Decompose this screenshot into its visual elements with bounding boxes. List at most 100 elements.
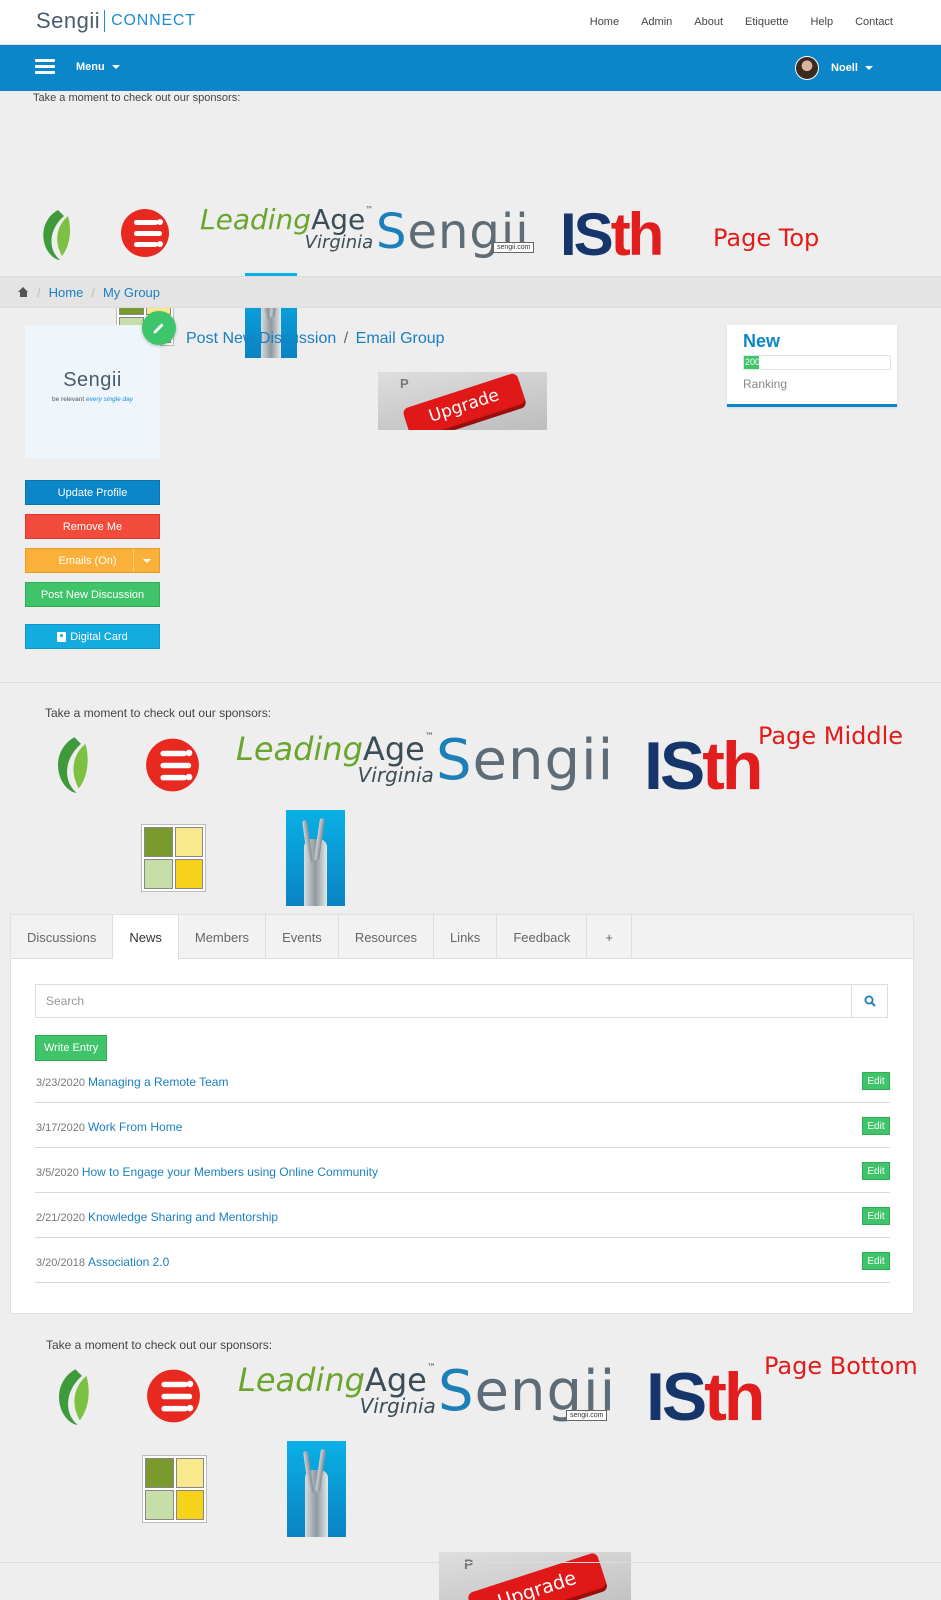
tab-resources[interactable]: Resources: [339, 915, 434, 959]
news-list: 3/23/2020 Managing a Remote Team Edit 3/1…: [35, 1058, 890, 1283]
group-content-panel: Discussions News Members Events Resource…: [10, 914, 914, 1314]
search-input[interactable]: [36, 985, 836, 1017]
brand-logo[interactable]: Sengii CONNECT: [36, 8, 196, 34]
leadingage-virginia-logo[interactable]: LeadingAge™ Virginia: [200, 206, 373, 252]
edit-button[interactable]: Edit: [862, 1072, 890, 1090]
post-new-discussion-button[interactable]: Post New Discussion: [25, 582, 160, 607]
page-middle-label: Page Middle: [758, 722, 904, 750]
sponsors-bottom: Take a moment to check out our sponsors:…: [0, 1330, 941, 1600]
ranking-widget: New 200 Ranking: [727, 325, 897, 407]
peace-hand-sponsor-image[interactable]: [287, 1441, 346, 1537]
sengii-url-tag: sengii.com: [493, 242, 535, 253]
footer-divider: [0, 1562, 941, 1563]
search-button[interactable]: [851, 985, 887, 1017]
home-icon[interactable]: [18, 286, 29, 298]
nav-admin-link[interactable]: Admin: [641, 16, 672, 28]
news-date: 3/20/2018: [36, 1257, 85, 1269]
group-profile-image: Sengii be relevant every single day: [25, 325, 160, 458]
sponsors-top: Take a moment to check out our sponsors:…: [0, 91, 941, 430]
list-item: 3/23/2020 Managing a Remote Team Edit: [35, 1058, 890, 1103]
isth-sponsor-logo[interactable]: ISth: [560, 205, 664, 265]
sengii-sponsor-logo[interactable]: Sengii: [436, 733, 614, 789]
tab-news[interactable]: News: [113, 915, 179, 960]
edit-button[interactable]: Edit: [862, 1207, 890, 1225]
caret-down-icon: [111, 65, 120, 70]
tab-events[interactable]: Events: [266, 915, 339, 959]
tab-discussions[interactable]: Discussions: [11, 915, 114, 959]
sengii-url-tag: sengii.com: [566, 1410, 608, 1421]
nav-about-link[interactable]: About: [694, 16, 723, 28]
list-item: 3/17/2020 Work From Home Edit: [35, 1103, 890, 1148]
edit-button[interactable]: Edit: [862, 1117, 890, 1135]
group-tabs: Discussions News Members Events Resource…: [11, 915, 913, 960]
remove-me-button[interactable]: Remove Me: [25, 514, 160, 539]
nav-home-link[interactable]: Home: [590, 16, 619, 28]
peace-hand-sponsor-image[interactable]: [286, 810, 345, 906]
menu-label: Menu: [76, 61, 105, 73]
tab-links[interactable]: Links: [434, 915, 498, 959]
emails-toggle-dropdown[interactable]: Emails (On): [25, 548, 160, 573]
emails-label: Emails (On): [58, 554, 117, 567]
tab-add[interactable]: +: [587, 915, 632, 959]
upgrade-key-sponsor-image[interactable]: P Upgrade: [439, 1552, 631, 1600]
leadingage-virginia-logo[interactable]: LeadingAge™ Virginia: [236, 733, 434, 786]
user-menu[interactable]: Noell: [795, 56, 873, 80]
leaf-sponsor-logo[interactable]: [53, 1367, 91, 1427]
pencil-icon: [153, 323, 164, 334]
digital-card-button[interactable]: Digital Card: [25, 624, 160, 649]
avatar: [795, 56, 820, 80]
tab-feedback[interactable]: Feedback: [497, 915, 588, 959]
contact-card-icon: [57, 631, 67, 642]
email-group-link[interactable]: Email Group: [356, 330, 445, 347]
edit-button[interactable]: Edit: [862, 1162, 890, 1180]
news-title-link[interactable]: Knowledge Sharing and Mentorship: [88, 1210, 278, 1224]
emails-dropdown-caret[interactable]: [133, 549, 159, 572]
brand-name: Sengii: [36, 8, 101, 33]
news-title-link[interactable]: Work From Home: [88, 1120, 182, 1134]
color-tiles-sponsor-logo[interactable]: [141, 824, 206, 892]
hamburger-icon[interactable]: [35, 59, 55, 75]
color-tiles-sponsor-logo[interactable]: [142, 1455, 207, 1523]
news-date: 3/5/2020: [36, 1167, 79, 1179]
page-bottom-label: Page Bottom: [764, 1352, 918, 1380]
list-item: 2/21/2020 Knowledge Sharing and Mentorshi…: [35, 1193, 890, 1238]
news-title-link[interactable]: How to Engage your Members using Online …: [82, 1165, 378, 1179]
post-new-discussion-link[interactable]: Post New Discussion: [186, 330, 336, 347]
upgrade-key-sponsor-image[interactable]: P Upgrade: [378, 372, 547, 430]
top-links: Home Admin About Etiquette Help Contact: [590, 16, 893, 28]
sponsors-title: Take a moment to check out our sponsors:: [46, 1338, 273, 1352]
isth-sponsor-logo[interactable]: ISth: [644, 732, 763, 800]
leaf-sponsor-logo[interactable]: [52, 735, 90, 795]
update-profile-button[interactable]: Update Profile: [25, 480, 160, 505]
ranking-status: New: [743, 331, 781, 351]
sponsors-middle: Take a moment to check out our sponsors:…: [0, 700, 941, 987]
profile-tagline: be relevant every single day: [52, 396, 133, 403]
page-top-label: Page Top: [713, 224, 820, 252]
news-search: [35, 984, 888, 1018]
caret-down-icon: [142, 558, 151, 563]
caret-down-icon: [865, 66, 873, 71]
menu-dropdown[interactable]: Menu: [76, 61, 120, 73]
nav-help-link[interactable]: Help: [810, 16, 833, 28]
ranking-progress-bar: 200: [743, 355, 891, 370]
red-circle-sponsor-logo[interactable]: [146, 1366, 201, 1426]
isth-sponsor-logo[interactable]: ISth: [646, 1363, 765, 1431]
edit-button[interactable]: Edit: [862, 1252, 890, 1270]
ranking-label: Ranking: [743, 377, 788, 391]
nav-etiquette-link[interactable]: Etiquette: [745, 16, 788, 28]
list-item: 3/5/2020 How to Engage your Members using…: [35, 1148, 890, 1193]
news-title-link[interactable]: Managing a Remote Team: [88, 1075, 229, 1089]
leaf-sponsor-logo[interactable]: [38, 208, 72, 262]
red-circle-sponsor-logo[interactable]: [120, 206, 170, 260]
leadingage-virginia-logo[interactable]: LeadingAge™ Virginia: [238, 1364, 436, 1417]
red-circle-sponsor-logo[interactable]: [145, 735, 200, 795]
user-name: Noell: [831, 62, 858, 74]
tab-members[interactable]: Members: [179, 915, 267, 959]
breadcrumb-home-link[interactable]: Home: [49, 285, 84, 300]
breadcrumb-my-group-link[interactable]: My Group: [103, 285, 160, 300]
nav-contact-link[interactable]: Contact: [855, 16, 893, 28]
news-title-link[interactable]: Association 2.0: [88, 1255, 169, 1269]
brand-product: CONNECT: [111, 12, 196, 29]
edit-profile-image-button[interactable]: [142, 311, 176, 345]
brand-divider: [104, 10, 106, 32]
